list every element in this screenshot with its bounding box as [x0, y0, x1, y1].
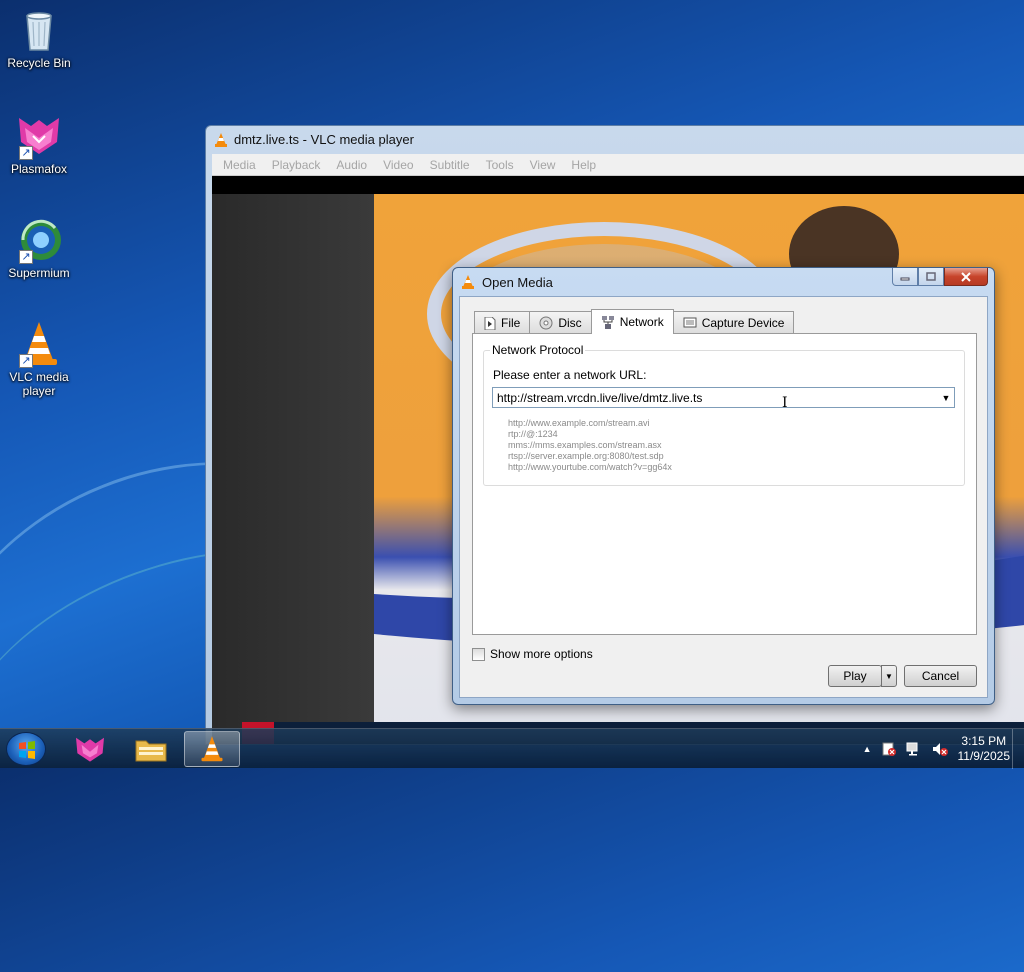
recycle-bin-icon: [15, 6, 63, 54]
video-frame-left: [212, 194, 374, 744]
play-dropdown-button[interactable]: ▼: [881, 665, 897, 687]
shortcut-arrow-icon: ↗: [19, 250, 33, 264]
tab-disc[interactable]: Disc: [529, 311, 592, 334]
tab-label: Disc: [558, 316, 582, 330]
network-icon: [601, 315, 614, 329]
dropdown-arrow-icon: ▼: [885, 671, 893, 681]
clock-date: 11/9/2025: [957, 749, 1011, 763]
minimize-icon: [900, 277, 910, 280]
clock-time: 3:15 PM: [961, 734, 1007, 748]
supermium-icon: ↗: [15, 216, 63, 264]
windows-logo-icon: [19, 741, 35, 759]
start-button[interactable]: [6, 732, 46, 766]
url-examples: http://www.example.com/stream.avi rtp://…: [508, 418, 672, 473]
show-more-options[interactable]: Show more options: [472, 647, 593, 661]
example-url: http://www.yourtube.com/watch?v=gg64x: [508, 462, 672, 472]
menu-media[interactable]: Media: [215, 158, 264, 172]
taskbar-plasmafox[interactable]: [62, 731, 118, 767]
desktop-icon-label: Plasmafox: [10, 162, 68, 176]
network-protocol-group: Network Protocol Please enter a network …: [483, 343, 965, 486]
maximize-button[interactable]: [918, 268, 944, 286]
text-cursor-icon: I: [782, 395, 788, 411]
desktop-icon-recycle-bin[interactable]: Recycle Bin: [4, 6, 74, 70]
desktop-icon-supermium[interactable]: ↗ Supermium: [4, 216, 74, 280]
dialog-body: File Disc Network Capture Device Network…: [459, 296, 988, 698]
action-center-warning-icon[interactable]: [881, 741, 897, 757]
open-media-dialog[interactable]: Open Media File Disc Network Capture Dev…: [452, 267, 995, 705]
tab-label: Network: [619, 315, 664, 329]
network-url-input[interactable]: [493, 388, 938, 407]
maximize-icon: [926, 271, 936, 281]
example-url: rtp://@:1234: [508, 429, 558, 439]
vlc-cone-icon: [215, 133, 227, 147]
example-url: mms://mms.examples.com/stream.asx: [508, 440, 662, 450]
cancel-button[interactable]: Cancel: [904, 665, 977, 687]
network-url-combobox[interactable]: I ▼: [492, 387, 955, 411]
menu-subtitle[interactable]: Subtitle: [422, 158, 478, 172]
disc-icon: [539, 316, 553, 330]
taskbar-vlc[interactable]: [184, 731, 240, 767]
play-button[interactable]: Play: [828, 665, 882, 687]
menu-audio[interactable]: Audio: [328, 158, 375, 172]
group-title: Network Protocol: [490, 343, 586, 357]
tab-bar: File Disc Network Capture Device: [474, 309, 795, 334]
system-tray: ▲ 3:15 PM 11/9/2025: [863, 729, 1010, 769]
desktop-icon-plasmafox[interactable]: ↗ Plasmafox: [4, 112, 74, 176]
shortcut-arrow-icon: ↗: [19, 146, 33, 160]
menu-video[interactable]: Video: [375, 158, 421, 172]
taskbar-file-explorer[interactable]: [123, 731, 179, 767]
example-url: rtsp://server.example.org:8080/test.sdp: [508, 451, 664, 461]
folder-icon: [135, 740, 167, 762]
show-desktop-button[interactable]: [1012, 729, 1024, 769]
tab-file[interactable]: File: [474, 311, 531, 334]
network-status-icon[interactable]: [906, 741, 922, 757]
taskbar: ▲ 3:15 PM 11/9/2025: [0, 728, 1024, 769]
desktop-icon-label: VLC media player: [9, 370, 69, 398]
desktop-icon-label: Recycle Bin: [7, 56, 71, 70]
capture-device-icon: [683, 317, 697, 328]
menu-tools[interactable]: Tools: [478, 158, 522, 172]
show-more-options-label: Show more options: [490, 647, 593, 661]
tab-capture-device[interactable]: Capture Device: [672, 311, 795, 334]
tab-network[interactable]: Network: [590, 309, 674, 334]
plasmafox-icon: ↗: [15, 112, 63, 160]
menu-help[interactable]: Help: [563, 158, 604, 172]
close-icon: [961, 271, 971, 282]
desktop-icon-label: Supermium: [8, 266, 70, 280]
network-tab-panel: Network Protocol Please enter a network …: [472, 333, 977, 635]
volume-muted-icon[interactable]: [931, 741, 949, 757]
menu-view[interactable]: View: [522, 158, 564, 172]
vlc-cone-icon: ↗: [15, 320, 63, 368]
url-label: Please enter a network URL:: [493, 368, 647, 382]
show-hidden-icons-icon[interactable]: ▲: [863, 744, 872, 754]
example-url: http://www.example.com/stream.avi: [508, 418, 650, 428]
window-title: dmtz.live.ts - VLC media player: [234, 132, 414, 147]
show-more-options-checkbox[interactable]: [472, 647, 485, 661]
menu-playback[interactable]: Playback: [264, 158, 329, 172]
dialog-title: Open Media: [482, 275, 553, 290]
vlc-menu-bar: Media Playback Audio Video Subtitle Tool…: [212, 154, 1024, 176]
shortcut-arrow-icon: ↗: [19, 354, 33, 368]
window-controls: [892, 268, 988, 286]
clock[interactable]: 3:15 PM 11/9/2025: [958, 734, 1011, 764]
minimize-button[interactable]: [892, 268, 918, 286]
desktop-icon-vlc[interactable]: ↗ VLC media player: [4, 320, 74, 398]
vlc-cone-icon: [201, 736, 223, 762]
plasmafox-icon: [76, 737, 104, 762]
file-icon: [484, 316, 496, 330]
dropdown-arrow-icon[interactable]: ▼: [938, 388, 954, 407]
tab-label: File: [501, 316, 521, 330]
tab-label: Capture Device: [701, 316, 785, 330]
close-button[interactable]: [944, 268, 988, 286]
vlc-cone-icon: [462, 275, 474, 289]
